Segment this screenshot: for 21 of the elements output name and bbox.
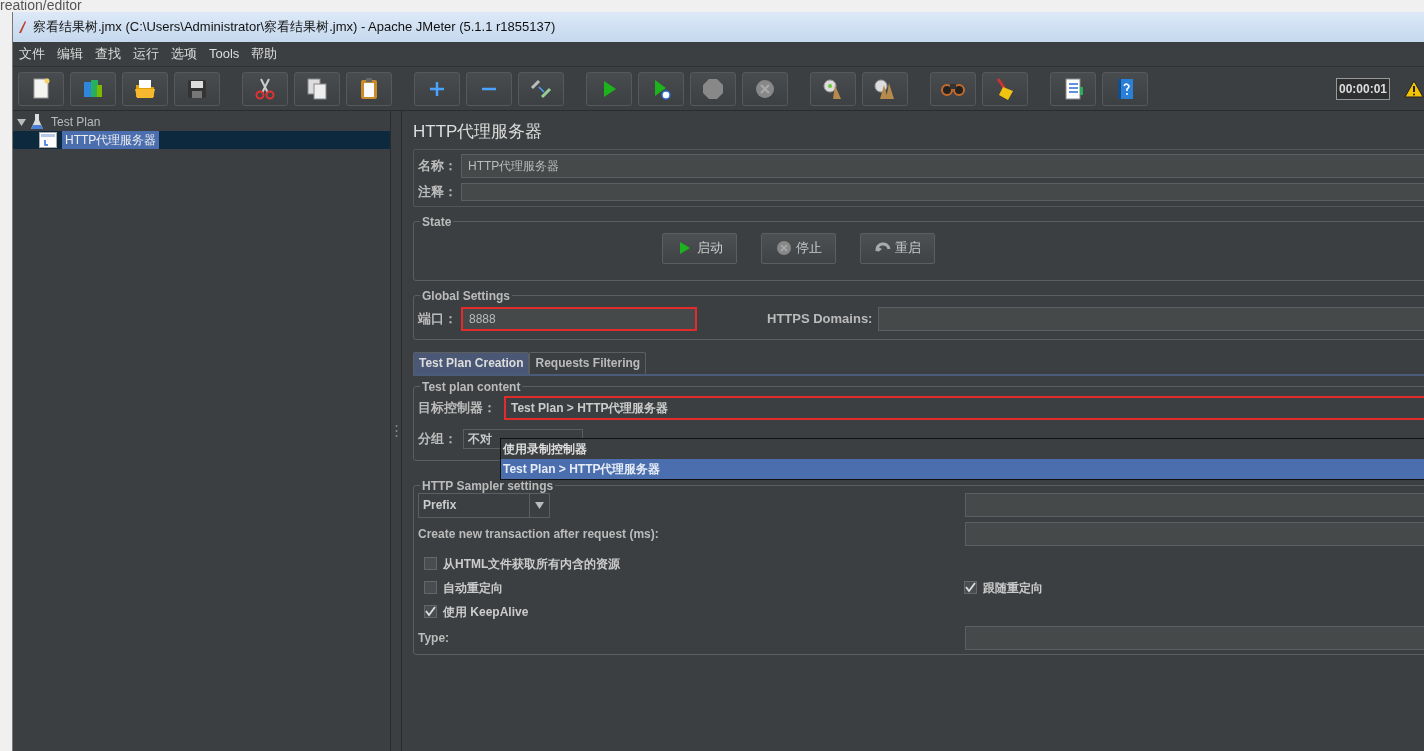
section-label: Test plan content	[421, 379, 522, 394]
field-label: 名称：	[418, 157, 457, 176]
section-label: Global Settings	[421, 288, 511, 303]
field-label: 端口：	[418, 309, 457, 328]
checkbox-label: 使用 KeepAlive	[443, 603, 529, 621]
address-text: reation/editor	[0, 0, 83, 12]
field-label: 注释：	[418, 183, 457, 201]
section-label: State	[421, 214, 453, 229]
timer-display: 00:00:01	[1335, 77, 1390, 100]
field-label: 分组：	[418, 429, 458, 448]
window-title: 察看结果树.jmx (C:\Users\Administrator\察看结果树.jmx) - Apache JMeter (5.1.1 r1855137)	[33, 18, 556, 37]
field-label: HTTPS Domains:	[767, 309, 873, 328]
checkbox-label: 自动重定向	[443, 579, 503, 597]
field-label: 目标控制器：	[418, 398, 497, 417]
panel-title: HTTP代理服务器	[413, 121, 544, 143]
field-label: Create new transaction after request (ms):	[418, 525, 659, 543]
dropdown-value: Prefix	[422, 497, 458, 514]
checkbox-label: 从HTML文件获取所有内含的资源	[443, 555, 621, 573]
section-label: HTTP Sampler settings	[421, 478, 555, 493]
checkbox-label: 跟随重定向	[983, 579, 1043, 597]
field-label: Type:	[418, 629, 450, 647]
